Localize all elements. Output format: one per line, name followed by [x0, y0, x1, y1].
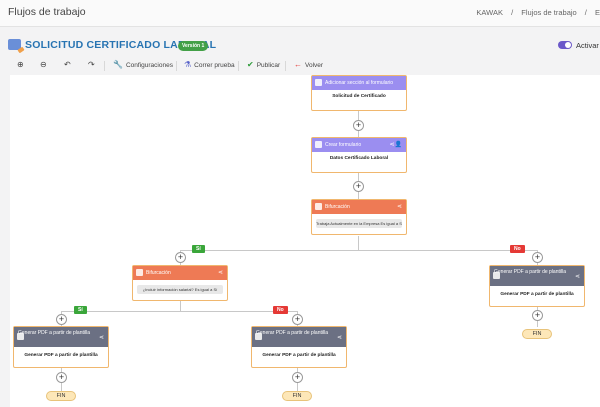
check-icon: ✔ [247, 60, 254, 69]
breadcrumb-separator: / [511, 8, 514, 17]
end-node: FIN [522, 329, 552, 339]
top-bar: Flujos de trabajo KAWAK / Flujos de trab… [0, 0, 600, 27]
add-step-button[interactable]: + [353, 181, 364, 192]
branch-yes-badge: Sí [192, 245, 205, 253]
zoom-in-button[interactable]: ⊕ [17, 60, 27, 69]
zoom-in-icon: ⊕ [17, 60, 24, 69]
undo-button[interactable]: ↶ [64, 60, 74, 69]
arrow-left-icon: ← [294, 60, 302, 69]
node-header: Bifurcación ⋖ [312, 200, 406, 214]
branch-condition: Trabaja Actualmente en la Empresa Es igu… [316, 219, 402, 228]
activate-toggle-label: Activar [576, 41, 599, 50]
flask-icon: ⚗ [184, 60, 192, 69]
share-icon[interactable]: ⋖ [99, 334, 104, 341]
toolbar: ⊕ ⊖ ↶ ↷ 🔧 Configuraciones ⚗ Correr prueba … [0, 58, 600, 74]
node-header-label: Adicionar sección al formulario [325, 80, 394, 86]
run-test-label: Correr prueba [194, 62, 235, 69]
node-header: Generar PDF a partir de plantilla ⋖ [14, 327, 108, 347]
page-title: Flujos de trabajo [8, 6, 86, 18]
node-header-label: Bifurcación [146, 270, 171, 276]
run-test-button[interactable]: ⚗ Correr prueba [184, 60, 235, 69]
breadcrumb-item-current: E [594, 8, 600, 17]
end-node: FIN [46, 391, 76, 401]
activate-toggle[interactable] [558, 41, 572, 49]
redo-icon: ↷ [88, 60, 95, 69]
share-icon[interactable]: ⋖ [397, 203, 402, 210]
share-icon[interactable]: ⋖ [218, 269, 223, 276]
fork-icon [315, 203, 322, 210]
node-header: Adicionar sección al formulario [312, 76, 406, 90]
node-header-label: Generar PDF a partir de plantilla [256, 330, 328, 336]
flow-header: SOLICITUD CERTIFICADO LABORAL Versión 1 … [0, 27, 600, 57]
share-user-icon[interactable]: ⋖👤 [390, 141, 403, 148]
add-step-button[interactable]: + [353, 120, 364, 131]
node-header-label: Generar PDF a partir de plantilla [18, 330, 90, 336]
add-step-button[interactable]: + [56, 314, 67, 325]
add-step-button[interactable]: + [175, 252, 186, 263]
add-step-button[interactable]: + [56, 372, 67, 383]
node-header-label: Bifurcación [325, 204, 350, 210]
workflow-node-generate-pdf[interactable]: Generar PDF a partir de plantilla ⋖ Gener… [251, 326, 347, 368]
connector-line [61, 311, 297, 312]
share-icon[interactable]: ⋖ [575, 273, 580, 280]
zoom-out-button[interactable]: ⊖ [40, 60, 50, 69]
node-header-label: Generar PDF a partir de plantilla [494, 269, 566, 275]
branch-no-badge: No [510, 245, 525, 253]
back-label: Volver [305, 62, 324, 69]
workflow-node-fork-salary[interactable]: Bifurcación ⋖ ¿Incluir información salari… [132, 265, 228, 301]
workflow-node-add-section[interactable]: Adicionar sección al formulario Solicitu… [311, 75, 407, 111]
workflow-edit-icon [8, 39, 21, 50]
node-header-label: Crear formulario [325, 142, 362, 148]
node-body-label: Generar PDF a partir de plantilla [24, 353, 98, 358]
breadcrumb-item-workflows[interactable]: Flujos de trabajo [521, 8, 576, 17]
node-header: Generar PDF a partir de plantilla ⋖ [490, 266, 584, 286]
version-badge: Versión 1 [178, 41, 209, 51]
undo-icon: ↶ [64, 60, 71, 69]
breadcrumb-separator: / [584, 8, 587, 17]
node-body-label: Generar PDF a partir de plantilla [262, 353, 336, 358]
workflow-canvas[interactable]: Adicionar sección al formulario Solicitu… [10, 75, 600, 407]
node-header: Crear formulario ⋖👤 [312, 138, 406, 152]
workflow-node-generate-pdf[interactable]: Generar PDF a partir de plantilla ⋖ Gener… [13, 326, 109, 368]
add-step-button[interactable]: + [532, 310, 543, 321]
share-icon[interactable]: ⋖ [337, 334, 342, 341]
publish-button[interactable]: ✔ Publicar [247, 60, 280, 69]
node-header: Generar PDF a partir de plantilla ⋖ [252, 327, 346, 347]
branch-no-badge: No [273, 306, 288, 314]
add-step-button[interactable]: + [292, 372, 303, 383]
toolbar-divider [176, 61, 177, 71]
branch-yes-badge: Sí [74, 306, 87, 314]
node-header: Bifurcación ⋖ [133, 266, 227, 280]
workflow-node-create-form[interactable]: Crear formulario ⋖👤 Datos Certificado Lab… [311, 137, 407, 173]
breadcrumb-item-kawak[interactable]: KAWAK [476, 8, 503, 17]
workflow-node-generate-pdf[interactable]: Generar PDF a partir de plantilla ⋖ Gener… [489, 265, 585, 307]
publish-label: Publicar [256, 62, 281, 69]
toolbar-divider [238, 61, 239, 71]
form-icon [315, 141, 322, 148]
add-step-button[interactable]: + [532, 252, 543, 263]
node-body-label: Datos Certificado Laboral [329, 156, 389, 161]
connector-line [358, 236, 359, 250]
toolbar-divider [104, 61, 105, 71]
wrench-icon: 🔧 [113, 60, 123, 69]
node-body-label: Solicitud de Certificado [332, 94, 386, 99]
workflow-node-fork-employment[interactable]: Bifurcación ⋖ Trabaja Actualmente en la E… [311, 199, 407, 235]
form-icon [315, 79, 322, 86]
branch-condition: ¿Incluir información salarial? Es igual … [137, 285, 223, 294]
breadcrumb: KAWAK / Flujos de trabajo / E [470, 8, 600, 17]
zoom-out-icon: ⊖ [40, 60, 47, 69]
back-button[interactable]: ← Volver [294, 60, 323, 69]
settings-button[interactable]: 🔧 Configuraciones [113, 60, 173, 69]
connector-line [180, 250, 538, 251]
fork-icon [136, 269, 143, 276]
add-step-button[interactable]: + [292, 314, 303, 325]
settings-label: Configuraciones [125, 62, 173, 69]
redo-button[interactable]: ↷ [88, 60, 98, 69]
toolbar-divider [285, 61, 286, 71]
node-body-label: Generar PDF a partir de plantilla [500, 292, 574, 297]
end-node: FIN [282, 391, 312, 401]
